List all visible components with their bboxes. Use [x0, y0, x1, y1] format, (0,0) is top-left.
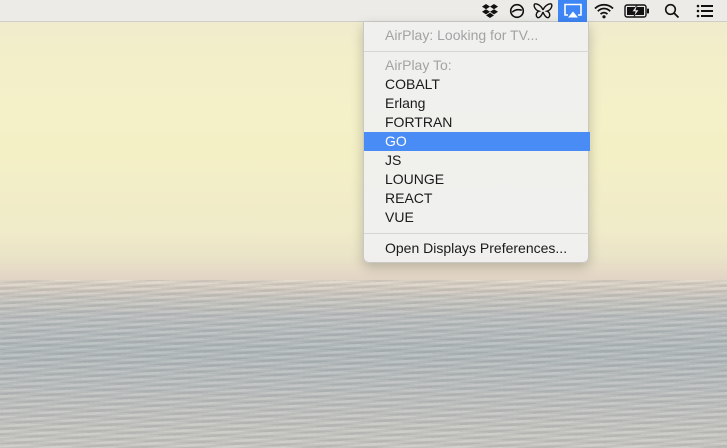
airplay-device-erlang[interactable]: Erlang — [364, 94, 590, 113]
airplay-device-react[interactable]: REACT — [364, 189, 590, 208]
notification-center-icon[interactable] — [693, 0, 717, 22]
butterfly-icon[interactable] — [530, 0, 556, 22]
desktop-wallpaper: AirPlay: Looking for TV... AirPlay To: C… — [0, 0, 727, 448]
menu-separator — [364, 51, 590, 52]
wifi-icon[interactable] — [591, 0, 617, 22]
airplay-device-lounge[interactable]: LOUNGE — [364, 170, 590, 189]
airplay-device-js[interactable]: JS — [364, 151, 590, 170]
airplay-device-vue[interactable]: VUE — [364, 208, 590, 227]
menu-bar — [0, 0, 727, 22]
airplay-status-item: AirPlay: Looking for TV... — [385, 27, 539, 43]
airplay-device-fortran[interactable]: FORTRAN — [364, 113, 590, 132]
sync-icon[interactable] — [505, 0, 529, 22]
airplay-device-go[interactable]: GO — [364, 132, 590, 151]
airplay-menu: AirPlay: Looking for TV... AirPlay To: C… — [363, 22, 590, 263]
airplay-section-header: AirPlay To: — [385, 57, 452, 73]
wallpaper-sea — [0, 280, 727, 448]
search-icon[interactable] — [660, 0, 684, 22]
open-displays-preferences-item[interactable]: Open Displays Preferences... — [364, 239, 590, 258]
menu-separator — [364, 233, 590, 234]
airplay-device-cobalt[interactable]: COBALT — [364, 75, 590, 94]
airplay-icon[interactable] — [558, 0, 587, 22]
dropbox-icon[interactable] — [478, 0, 502, 22]
battery-charging-icon[interactable] — [622, 0, 652, 22]
